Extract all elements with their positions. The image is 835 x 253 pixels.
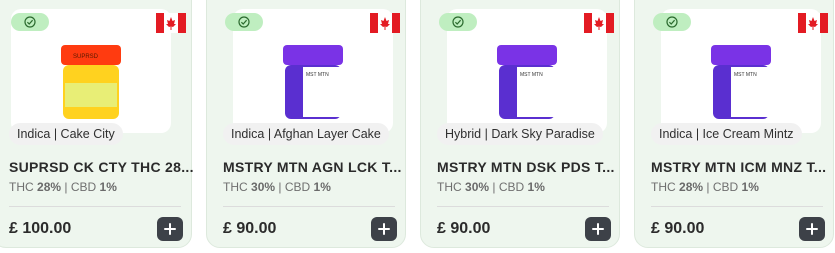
add-to-cart-button[interactable] <box>371 217 397 241</box>
product-card[interactable]: MST MTN Indica | Afghan Layer Cake MSTRY… <box>206 0 406 248</box>
add-to-cart-button[interactable] <box>157 217 183 241</box>
cbd-label: CBD <box>712 180 739 194</box>
divider <box>9 206 181 207</box>
canada-flag-icon <box>370 13 400 33</box>
product-name[interactable]: MSTRY MTN AGN LCK T... <box>223 159 413 175</box>
strain-tag: Indica | Ice Cream Mintz <box>651 123 802 145</box>
strain-tag: Hybrid | Dark Sky Paradise <box>437 123 603 145</box>
product-jar-image: MST MTN <box>711 45 771 119</box>
canada-flag-icon <box>584 13 614 33</box>
product-jar-image: SUPRSD <box>61 45 121 119</box>
separator: | <box>706 180 710 194</box>
thc-label: THC <box>437 180 462 194</box>
divider <box>223 206 395 207</box>
plus-icon <box>378 223 390 235</box>
product-price: £ 90.00 <box>437 220 491 237</box>
thc-value: 30% <box>465 180 490 194</box>
product-price: £ 90.00 <box>223 220 277 237</box>
thc-value: 28% <box>37 180 62 194</box>
jar-brand-text: MST MTN <box>306 72 329 78</box>
verified-badge <box>11 13 49 31</box>
plus-icon <box>592 223 604 235</box>
check-circle-icon <box>24 16 36 28</box>
strain-tag: Indica | Cake City <box>9 123 123 145</box>
thc-value: 28% <box>679 180 704 194</box>
canada-flag-icon <box>798 13 828 33</box>
product-card[interactable]: MST MTN Indica | Ice Cream Mintz MSTRY M… <box>634 0 834 248</box>
cbd-value: 1% <box>741 180 759 194</box>
cbd-value: 1% <box>527 180 545 194</box>
check-circle-icon <box>238 16 250 28</box>
divider <box>651 206 823 207</box>
product-jar-image: MST MTN <box>497 45 557 119</box>
cannabinoid-info: THC 28% | CBD 1% <box>9 180 117 194</box>
verified-badge <box>653 13 691 31</box>
canada-flag-icon <box>156 13 186 33</box>
product-name[interactable]: SUPRSD CK CTY THC 28... <box>9 159 199 175</box>
cannabinoid-info: THC 30% | CBD 1% <box>223 180 331 194</box>
product-name[interactable]: MSTRY MTN ICM MNZ T... <box>651 159 835 175</box>
product-price: £ 100.00 <box>9 220 72 237</box>
product-name[interactable]: MSTRY MTN DSK PDS T... <box>437 159 627 175</box>
separator: | <box>64 180 68 194</box>
product-price: £ 90.00 <box>651 220 705 237</box>
product-jar-image: MST MTN <box>283 45 343 119</box>
jar-brand-text: MST MTN <box>520 72 543 78</box>
cbd-label: CBD <box>284 180 311 194</box>
add-to-cart-button[interactable] <box>585 217 611 241</box>
add-to-cart-button[interactable] <box>799 217 825 241</box>
jar-brand-text: SUPRSD <box>73 54 99 60</box>
cbd-value: 1% <box>99 180 117 194</box>
check-circle-icon <box>666 16 678 28</box>
cannabinoid-info: THC 30% | CBD 1% <box>437 180 545 194</box>
thc-label: THC <box>651 180 676 194</box>
strain-tag: Indica | Afghan Layer Cake <box>223 123 389 145</box>
verified-badge <box>439 13 477 31</box>
divider <box>437 206 609 207</box>
verified-badge <box>225 13 263 31</box>
plus-icon <box>164 223 176 235</box>
cbd-value: 1% <box>313 180 331 194</box>
cbd-label: CBD <box>498 180 525 194</box>
separator: | <box>278 180 282 194</box>
plus-icon <box>806 223 818 235</box>
product-grid-row: SUPRSD Indica | Cake City SUPRSD CK CTY … <box>0 0 835 253</box>
thc-value: 30% <box>251 180 276 194</box>
check-circle-icon <box>452 16 464 28</box>
thc-label: THC <box>9 180 34 194</box>
cannabinoid-info: THC 28% | CBD 1% <box>651 180 759 194</box>
product-card[interactable]: MST MTN Hybrid | Dark Sky Paradise MSTRY… <box>420 0 620 248</box>
thc-label: THC <box>223 180 248 194</box>
jar-brand-text: MST MTN <box>734 72 757 78</box>
cbd-label: CBD <box>70 180 97 194</box>
separator: | <box>492 180 496 194</box>
product-card[interactable]: SUPRSD Indica | Cake City SUPRSD CK CTY … <box>0 0 193 248</box>
